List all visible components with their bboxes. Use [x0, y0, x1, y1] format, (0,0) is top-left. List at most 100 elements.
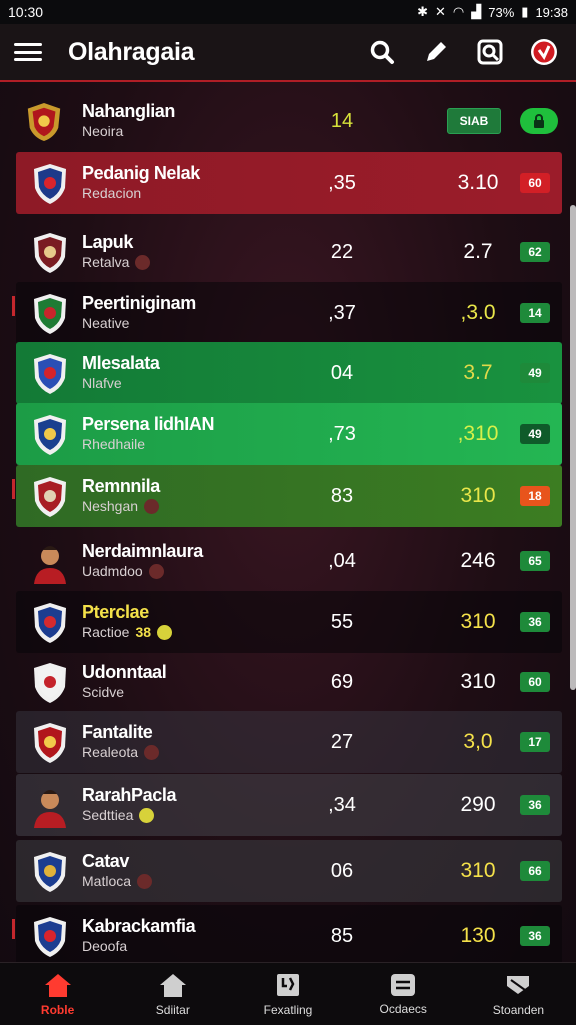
form-badge[interactable]: 36: [520, 795, 550, 815]
menu-icon[interactable]: [14, 43, 42, 61]
score-value: 06: [330, 859, 354, 882]
signal-icon: ▟: [471, 4, 482, 19]
battery-icon: ▮: [521, 4, 529, 19]
odds-value: 3.10: [457, 171, 499, 194]
team-crest-icon: [30, 163, 70, 205]
lock-toggle[interactable]: [520, 108, 558, 134]
team-name: Nerdaimnlaura: [82, 541, 203, 561]
form-badge[interactable]: 62: [520, 242, 550, 262]
score-value: ,35: [328, 171, 356, 194]
bluetooth-icon: ✱: [417, 4, 429, 19]
score-value: ,37: [328, 301, 356, 324]
score-value: 85: [330, 924, 354, 947]
form-badge[interactable]: 60: [520, 173, 550, 193]
team-name: Kabrackamfia: [82, 916, 196, 936]
row-edge-marker: [12, 919, 15, 939]
search-icon[interactable]: [364, 34, 400, 70]
status-time-right: 19:38: [535, 4, 568, 20]
app-title: Olahragaia: [68, 37, 195, 66]
team-crest-icon: [30, 722, 70, 764]
team-name: Peertiniginam: [82, 293, 196, 313]
form-badge[interactable]: 66: [520, 861, 550, 881]
list-item[interactable]: Pedanig Nelak Redacion ,35 3.10 60: [16, 152, 562, 214]
team-crest-icon: [30, 414, 70, 456]
odds-value: 3.7: [463, 361, 493, 384]
wifi-icon: ◠: [452, 4, 465, 19]
team-crest-icon: [30, 916, 70, 958]
list-item[interactable]: Fantalite Realeota 27 3,0 17: [16, 711, 562, 773]
odds-value: 2.7: [463, 240, 493, 263]
team-crest-icon: [30, 602, 70, 644]
edit-icon[interactable]: [418, 34, 454, 70]
team-name: Persena lidhIAN: [82, 414, 215, 434]
team-name: Mlesalata: [82, 353, 160, 373]
form-badge[interactable]: 14: [520, 303, 550, 323]
list-item[interactable]: Peertiniginam Neative ,37 ,3.0 14: [16, 282, 562, 344]
mini-crest-icon: [144, 498, 160, 514]
team-crest-icon: [30, 785, 70, 828]
nav-ratings[interactable]: Fexatling: [230, 963, 345, 1025]
form-badge[interactable]: 60: [520, 672, 550, 692]
team-subtitle-extra: 38: [135, 624, 152, 640]
score-value: 22: [330, 240, 354, 263]
nav-standings[interactable]: Stoanden: [461, 963, 576, 1025]
team-subtitle: Deoofa: [82, 938, 128, 954]
team-subtitle: Ractioe: [82, 624, 130, 640]
nav-documents[interactable]: Ocdaecs: [346, 963, 461, 1025]
list-item[interactable]: Persena lidhIAN Rhedhaile ,73 ,310 49: [16, 403, 562, 465]
list-item[interactable]: RarahPacla Sedttiea ,34 290 36: [16, 774, 562, 836]
list-item[interactable]: Catav Matloca 06 310 66: [16, 840, 562, 902]
team-crest-icon: [30, 851, 70, 893]
team-crest-icon: [30, 662, 70, 704]
form-badge[interactable]: 17: [520, 732, 550, 752]
list-item[interactable]: Remnnila Neshgan 83 310 18: [16, 465, 562, 527]
team-crest-icon: [30, 353, 70, 395]
form-badge[interactable]: 49: [520, 363, 550, 383]
form-badge[interactable]: 65: [520, 551, 550, 571]
team-name: Nahanglian: [82, 101, 176, 121]
odds-value: 130: [460, 924, 496, 947]
team-name: Remnnila: [82, 476, 160, 496]
team-crest-icon: [24, 101, 64, 143]
team-subtitle: Neative: [82, 315, 130, 331]
odds-value: 246: [460, 549, 496, 572]
bottom-navigation: Roble Sdiitar Fexatling Ocdaecs Stoanden: [0, 962, 576, 1025]
team-name: Udonntaal: [82, 662, 167, 682]
team-subtitle: Retalva: [82, 254, 130, 270]
form-badge[interactable]: 36: [520, 612, 550, 632]
nav-stadium[interactable]: Sdiitar: [115, 963, 230, 1025]
mute-icon: ✕: [435, 4, 446, 19]
list-item[interactable]: Mlesalata Nlafve 04 3.7 49: [16, 342, 562, 404]
team-subtitle: Neoira: [82, 123, 124, 139]
list-header-row[interactable]: Nahanglian Neoira 14 SIAB: [16, 90, 562, 152]
team-subtitle: Sedttiea: [82, 807, 134, 823]
mini-crest-icon: [144, 744, 160, 760]
team-name: Catav: [82, 851, 130, 871]
notification-icon[interactable]: [526, 34, 562, 70]
form-badge[interactable]: 36: [520, 926, 550, 946]
row-edge-marker: [12, 296, 15, 316]
score-value: 69: [330, 670, 354, 693]
list-item[interactable]: Pterclae Ractioe 38 55 310 36: [16, 591, 562, 653]
form-badge[interactable]: 18: [520, 486, 550, 506]
team-crest-icon: [30, 476, 70, 518]
nav-home[interactable]: Roble: [0, 963, 115, 1025]
league-tag[interactable]: SIAB: [447, 108, 501, 134]
scan-search-icon[interactable]: [472, 34, 508, 70]
scrollbar[interactable]: [570, 205, 576, 690]
form-badge[interactable]: 49: [520, 424, 550, 444]
list-item[interactable]: Lapuk Retalva 22 2.7 62: [16, 221, 562, 283]
team-subtitle: Matloca: [82, 873, 132, 889]
odds-value: 310: [460, 859, 496, 882]
home-icon: [44, 973, 71, 997]
score-value: ,04: [328, 549, 356, 572]
list-item[interactable]: Kabrackamfia Deoofa 85 130 36: [16, 905, 562, 967]
status-bar: 10:30 ✱ ✕ ◠ ▟ 73% ▮ 19:38: [0, 0, 576, 24]
mini-crest-icon: [137, 873, 153, 889]
list-item[interactable]: Udonntaal Scidve 69 310 60: [16, 651, 562, 713]
odds-value: 290: [460, 793, 496, 816]
team-crest-icon: [30, 541, 70, 584]
list-item[interactable]: Nerdaimnlaura Uadmdoo ,04 246 65: [16, 530, 562, 592]
mini-crest-icon: [157, 624, 173, 640]
odds-value: 3,0: [463, 730, 493, 753]
